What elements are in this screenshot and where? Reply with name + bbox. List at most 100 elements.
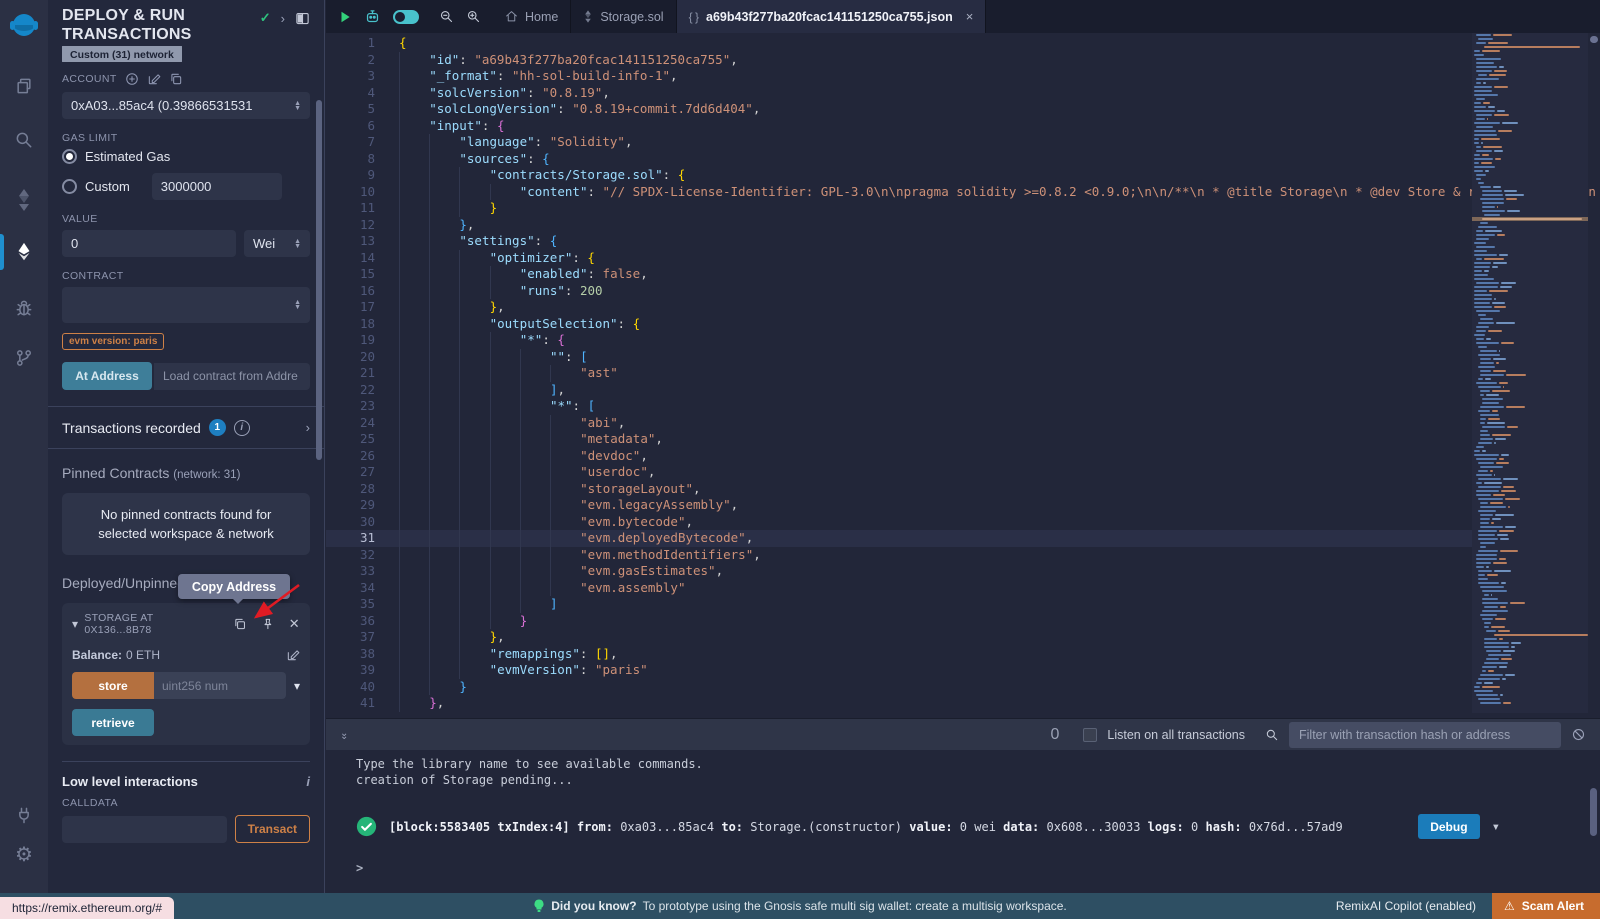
remix-logo[interactable] bbox=[0, 0, 48, 52]
add-account-icon[interactable] bbox=[125, 72, 139, 86]
code-line[interactable]: 8"sources": { bbox=[326, 151, 1472, 168]
code-line[interactable]: 31"evm.deployedBytecode", bbox=[326, 530, 1472, 547]
copilot-toggle[interactable] bbox=[393, 10, 419, 24]
code-line[interactable]: 7"language": "Solidity", bbox=[326, 134, 1472, 151]
estimated-gas-radio[interactable] bbox=[62, 149, 77, 164]
code-line[interactable]: 21"ast" bbox=[326, 365, 1472, 382]
debugger-icon[interactable] bbox=[0, 288, 48, 328]
remove-contract-icon[interactable]: ✕ bbox=[289, 616, 300, 632]
zoom-out-icon[interactable] bbox=[439, 9, 454, 24]
code-line[interactable]: 6"input": { bbox=[326, 118, 1472, 135]
tab-home[interactable]: Home bbox=[493, 0, 571, 33]
git-icon[interactable] bbox=[0, 338, 48, 378]
tab-build-info-json[interactable]: { } a69b43f277ba20fcac141151250ca755.jso… bbox=[677, 0, 987, 33]
code-line[interactable]: 5"solcLongVersion": "0.8.19+commit.7dd6d… bbox=[326, 101, 1472, 118]
low-level-info-icon[interactable]: i bbox=[306, 774, 310, 789]
transactions-info-icon[interactable]: i bbox=[234, 420, 250, 436]
custom-gas-radio[interactable] bbox=[62, 179, 77, 194]
code-line[interactable]: 33"evm.gasEstimates", bbox=[326, 563, 1472, 580]
store-expand-icon[interactable]: ▾ bbox=[294, 679, 300, 693]
code-line[interactable]: 24"abi", bbox=[326, 415, 1472, 432]
copy-address-icon[interactable] bbox=[233, 617, 247, 631]
code-line[interactable]: 38"remappings": [], bbox=[326, 646, 1472, 663]
debug-button[interactable]: Debug bbox=[1418, 814, 1479, 839]
terminal-search-icon[interactable] bbox=[1265, 728, 1279, 742]
tab-storage-sol[interactable]: Storage.sol bbox=[571, 0, 676, 33]
code-line[interactable]: 13"settings": { bbox=[326, 233, 1472, 250]
code-line[interactable]: 28"storageLayout", bbox=[326, 481, 1472, 498]
deploy-and-run-icon[interactable] bbox=[0, 232, 48, 272]
value-unit-select[interactable]: Wei ▲▼ bbox=[244, 230, 310, 257]
code-line[interactable]: 29"evm.legacyAssembly", bbox=[326, 497, 1472, 514]
contract-collapse-icon[interactable]: ▾ bbox=[72, 617, 78, 631]
custom-gas-input[interactable]: 3000000 bbox=[152, 173, 282, 200]
panel-chevron-right-icon[interactable]: › bbox=[281, 11, 285, 26]
code-line[interactable]: 11} bbox=[326, 200, 1472, 217]
code-line[interactable]: 25"metadata", bbox=[326, 431, 1472, 448]
edit-account-icon[interactable] bbox=[147, 72, 161, 86]
calldata-input[interactable] bbox=[62, 816, 227, 843]
run-script-icon[interactable] bbox=[338, 10, 352, 24]
code-line[interactable]: 9"contracts/Storage.sol": { bbox=[326, 167, 1472, 184]
ai-assistant-icon[interactable] bbox=[364, 8, 381, 25]
panel-scrollbar[interactable] bbox=[316, 100, 322, 460]
close-tab-icon[interactable]: × bbox=[966, 9, 974, 24]
transactions-expand-icon[interactable]: › bbox=[306, 420, 310, 435]
value-input[interactable]: 0 bbox=[62, 230, 236, 257]
terminal-collapse-icon[interactable]: ⌄⌄ bbox=[340, 730, 348, 740]
store-arg-input[interactable]: uint256 num bbox=[154, 672, 286, 699]
code-line[interactable]: 34"evm.assembly" bbox=[326, 580, 1472, 597]
code-line[interactable]: 18"outputSelection": { bbox=[326, 316, 1472, 333]
code-line[interactable]: 14"optimizer": { bbox=[326, 250, 1472, 267]
account-select[interactable]: 0xA03...85ac4 (0.39866531531 ▲▼ bbox=[62, 92, 310, 119]
code-line[interactable]: 19"*": { bbox=[326, 332, 1472, 349]
code-line[interactable]: 26"devdoc", bbox=[326, 448, 1472, 465]
store-button[interactable]: store bbox=[72, 672, 154, 699]
plugin-manager-icon[interactable] bbox=[0, 795, 48, 835]
code-line[interactable]: 40} bbox=[326, 679, 1472, 696]
code-line[interactable]: 12}, bbox=[326, 217, 1472, 234]
at-address-button[interactable]: At Address bbox=[62, 362, 152, 390]
transaction-log-row[interactable]: [block:5583405 txIndex:4] from: 0xa03...… bbox=[356, 814, 1600, 839]
listen-checkbox[interactable] bbox=[1083, 728, 1097, 742]
contract-select[interactable]: ▲▼ bbox=[62, 287, 310, 323]
code-line[interactable]: 22], bbox=[326, 382, 1472, 399]
code-line[interactable]: 23"*": [ bbox=[326, 398, 1472, 415]
pin-contract-icon[interactable] bbox=[261, 617, 275, 631]
code-line[interactable]: 16"runs": 200 bbox=[326, 283, 1472, 300]
code-line[interactable]: 27"userdoc", bbox=[326, 464, 1472, 481]
code-editor[interactable]: 1{2"id": "a69b43f277ba20fcac141151250ca7… bbox=[326, 33, 1600, 718]
retrieve-button[interactable]: retrieve bbox=[72, 709, 154, 736]
editor-scrollbar[interactable] bbox=[1590, 36, 1598, 43]
edit-balance-icon[interactable] bbox=[286, 648, 300, 662]
code-line[interactable]: 20"": [ bbox=[326, 349, 1472, 366]
terminal-scrollbar[interactable] bbox=[1590, 788, 1597, 836]
code-line[interactable]: 17}, bbox=[326, 299, 1472, 316]
terminal-prompt[interactable]: > bbox=[356, 861, 363, 875]
account-stepper-icon[interactable]: ▲▼ bbox=[294, 101, 301, 111]
file-explorer-icon[interactable] bbox=[0, 66, 48, 106]
search-icon[interactable] bbox=[0, 120, 48, 160]
code-line[interactable]: 41}, bbox=[326, 695, 1472, 712]
minimap[interactable] bbox=[1472, 33, 1588, 713]
code-line[interactable]: 3"_format": "hh-sol-build-info-1", bbox=[326, 68, 1472, 85]
code-line[interactable]: 32"evm.methodIdentifiers", bbox=[326, 547, 1472, 564]
code-line[interactable]: 2"id": "a69b43f277ba20fcac141151250ca755… bbox=[326, 52, 1472, 69]
clear-console-icon[interactable] bbox=[1571, 727, 1586, 742]
value-unit-stepper-icon[interactable]: ▲▼ bbox=[294, 239, 301, 249]
transact-button[interactable]: Transact bbox=[235, 815, 310, 843]
contract-stepper-icon[interactable]: ▲▼ bbox=[294, 300, 301, 310]
code-line[interactable]: 15"enabled": false, bbox=[326, 266, 1472, 283]
copy-account-icon[interactable] bbox=[169, 72, 183, 86]
code-line[interactable]: 10"content": "// SPDX-License-Identifier… bbox=[326, 184, 1472, 201]
tx-expand-icon[interactable]: ▾ bbox=[1492, 819, 1500, 835]
code-line[interactable]: 4"solcVersion": "0.8.19", bbox=[326, 85, 1472, 102]
terminal[interactable]: Type the library name to see available c… bbox=[326, 750, 1600, 893]
zoom-in-icon[interactable] bbox=[466, 9, 481, 24]
load-contract-input[interactable]: Load contract from Addre bbox=[154, 363, 310, 390]
code-line[interactable]: 37}, bbox=[326, 629, 1472, 646]
code-line[interactable]: 1{ bbox=[326, 35, 1472, 52]
code-line[interactable]: 35] bbox=[326, 596, 1472, 613]
code-line[interactable]: 39"evmVersion": "paris" bbox=[326, 662, 1472, 679]
settings-icon[interactable]: ⚙ bbox=[0, 835, 48, 875]
